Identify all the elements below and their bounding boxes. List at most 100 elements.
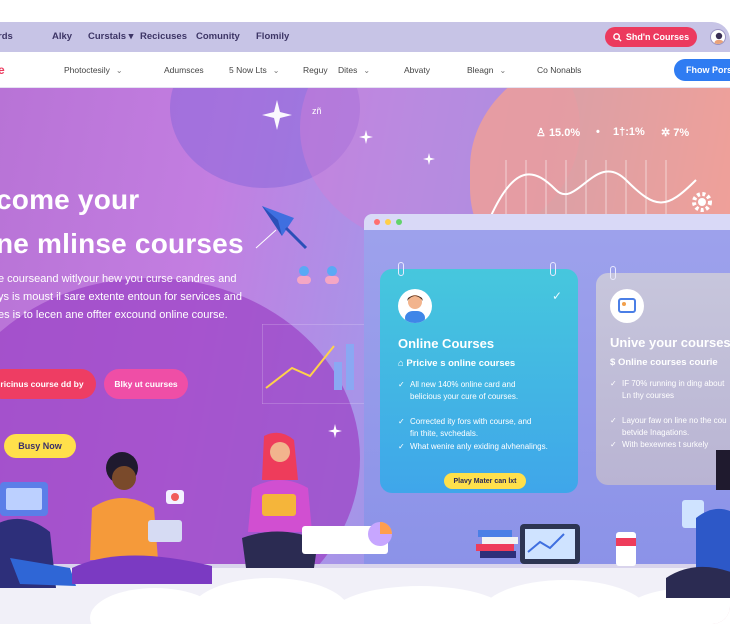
primary-course-button[interactable]: ricinus course dd by: [0, 369, 96, 399]
tablet-illustration: [520, 524, 580, 564]
online-courses-card[interactable]: ✓ Online Courses ⌂ Pricive s online cour…: [380, 262, 578, 493]
sparkle-icon: [423, 153, 435, 165]
chevron-down-icon: ⌄: [115, 66, 123, 75]
card-bullet-line: Corrected ity fors with course, and: [410, 417, 532, 426]
nav-item-recicuses[interactable]: Recicuses: [140, 31, 187, 42]
secondary-course-button[interactable]: Blky ut cuurses: [104, 369, 188, 399]
stat-rate-value: 7%: [673, 127, 690, 139]
decor-label: zñ: [312, 106, 322, 116]
subnav-item-dites[interactable]: Dites ⌄: [338, 65, 370, 75]
check-icon: ✓: [610, 416, 617, 425]
nav-item-comunity[interactable]: Comunity: [196, 31, 240, 42]
card-bullet-line: belicious your cure of courses.: [410, 392, 519, 401]
hero-description-line: ys is moust il sare extente entoun for s…: [0, 291, 242, 303]
desk-illustration: [302, 522, 392, 554]
stat-growth-value: 1†:1%: [613, 126, 645, 138]
user-icon: [714, 32, 724, 44]
coffee-cup-illustration: [616, 532, 636, 566]
card-bullet-line: IF 70% running in ding about: [622, 379, 725, 388]
card-bullet: ✓ Layour faw on line no the cou betvide I…: [610, 415, 727, 439]
top-navigation: rds Alky Curstals ▾ Recicuses Comunity F…: [0, 22, 730, 52]
subnav-item-co-nonabls[interactable]: Co Nonabls: [537, 65, 581, 75]
window-min-dot: [385, 219, 391, 225]
chevron-down-icon: ⌄: [272, 66, 280, 75]
show-process-button[interactable]: Fhow Porsca: [674, 59, 730, 81]
card-bullet: ✓ IF 70% running in ding about Ln thy cou…: [610, 378, 724, 402]
card-title: Unive your courses: [610, 335, 730, 350]
card-bullet-line: fin thite, svchedals.: [410, 429, 479, 438]
card-title: Online Courses: [398, 336, 495, 351]
subnav-item-label: Bleagn: [467, 65, 494, 75]
card-image-icon: [610, 289, 644, 323]
search-courses-button[interactable]: Shd'n Courses: [605, 27, 697, 47]
sparkle-icon: [359, 130, 373, 144]
subnav-item-label: Photoctesily: [64, 65, 110, 75]
check-icon: ✓: [610, 379, 617, 388]
card-subtitle-text: Online courses courie: [617, 357, 718, 368]
hero-description-line: es is to lecen ane offter excound online…: [0, 309, 228, 321]
card-clip-icon: [398, 262, 404, 276]
sparkle-small-icon: ✲: [661, 127, 671, 139]
subnav-item-photoctesily[interactable]: Photoctesily ⌄: [64, 65, 123, 75]
subnav-item-adumsces[interactable]: Adumsces: [164, 65, 204, 75]
stat-growth: 1†:1%: [613, 126, 645, 138]
sparkle-icon: [328, 424, 342, 438]
nav-item-curstals-label: Curstals: [88, 31, 127, 42]
sparkle-icon: [262, 100, 292, 130]
subnav-item-bleagn[interactable]: Bleagn ⌄: [467, 65, 506, 75]
subnav-item-reguy[interactable]: Reguy: [303, 65, 328, 75]
avatar: [398, 289, 432, 323]
person-icon: [405, 295, 425, 323]
card-bullet-line: Layour faw on line no the cou: [622, 416, 727, 425]
check-icon: ✓: [398, 380, 405, 389]
image-icon: [618, 298, 636, 313]
card-clip-icon: [610, 266, 616, 280]
check-icon: ✓: [552, 289, 563, 303]
student-illustration-sitting: [72, 452, 212, 584]
subnav-item-now-lts[interactable]: 5 Now Lts ⌄: [229, 65, 280, 75]
card-bullet: ✓ What wenire anly exiding alvhenalings.: [398, 441, 548, 453]
nav-item-curstals[interactable]: Curstals ▾: [88, 31, 133, 42]
stat-rate: ✲ 7%: [661, 126, 689, 139]
search-courses-label: Shd'n Courses: [625, 32, 690, 42]
check-icon: ✓: [398, 417, 405, 426]
subnav-item-label: Dites: [338, 65, 358, 75]
hero-section: zñ ♙ 15.0% • 1†:1% ✲ 7% come your ne mli…: [0, 88, 730, 624]
home-icon: ⌂: [398, 358, 404, 369]
primary-course-label: ricinus course dd by: [0, 379, 84, 389]
subnav-item-abvaty[interactable]: Abvaty: [404, 65, 430, 75]
card-bullet-line: What wenire anly exiding alvhenalings.: [410, 442, 548, 451]
card-bullet-line: All new 140% online card and: [410, 380, 516, 389]
stat-separator: •: [596, 126, 600, 138]
user-outline-icon: ♙: [536, 127, 546, 139]
people-icon: [297, 266, 339, 284]
browser-window-bar: [364, 214, 730, 230]
brand-logo[interactable]: e: [0, 63, 5, 77]
search-icon: [613, 32, 622, 42]
decor-line-chart: [489, 160, 697, 220]
hero-description: e courseand witlyour hew you curse candr…: [0, 270, 268, 324]
card-subtitle: $ Online courses courie: [610, 357, 718, 368]
nav-item-alky[interactable]: Alky: [52, 31, 72, 42]
student-illustration-right: [666, 450, 730, 598]
gear-icon: [692, 192, 712, 212]
card-bullet-line: betvide Inagations.: [622, 428, 690, 437]
chevron-down-icon: ⌄: [363, 66, 371, 75]
card-action-label: Plavy Mater can lxt: [453, 477, 517, 485]
check-icon: ✓: [610, 440, 617, 449]
hero-description-line: e courseand witlyour hew you curse candr…: [0, 273, 237, 285]
card-action-button[interactable]: Plavy Mater can lxt: [444, 473, 526, 489]
window-max-dot: [396, 219, 402, 225]
card-bullet-line: Ln thy courses: [622, 391, 675, 400]
chevron-down-icon: ⌄: [499, 66, 507, 75]
check-icon: ✓: [398, 442, 405, 451]
nav-item-rds[interactable]: rds: [0, 31, 13, 42]
user-avatar[interactable]: [710, 29, 726, 45]
bar-chart-icon: [262, 324, 366, 404]
card-bullet: ✓ Corrected ity fors with course, and fin…: [398, 416, 531, 440]
app-frame: rds Alky Curstals ▾ Recicuses Comunity F…: [0, 22, 730, 624]
card-clip-icon: [550, 262, 556, 276]
nav-item-flomily[interactable]: Flomily: [256, 31, 289, 42]
card-subtitle-text: Pricive s online courses: [406, 358, 516, 369]
secondary-navigation: e Photoctesily ⌄ Adumsces 5 Now Lts ⌄ Regu…: [0, 52, 730, 88]
